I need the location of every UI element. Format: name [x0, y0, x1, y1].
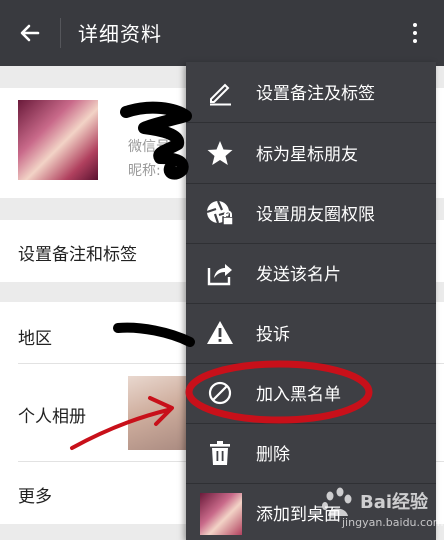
share-icon — [204, 257, 236, 289]
set-remark-tags-label: 设置备注和标签 — [18, 245, 137, 265]
region-label: 地区 — [18, 329, 52, 349]
menu-label: 标为星标朋友 — [256, 145, 358, 165]
menu-label: 设置朋友圈权限 — [256, 205, 375, 225]
baidu-jingyan-watermark: Bai经验 jingyan.baidu.com — [318, 486, 444, 536]
menu-item-star-friend[interactable]: 标为星标朋友 — [186, 123, 436, 183]
back-button[interactable] — [10, 13, 50, 53]
warning-icon — [204, 317, 236, 349]
menu-label: 加入黑名单 — [256, 385, 341, 405]
desktop-thumbnail — [200, 493, 242, 535]
menu-item-add-to-blacklist[interactable]: 加入黑名单 — [186, 363, 436, 423]
star-icon — [204, 137, 236, 169]
avatar[interactable] — [18, 100, 98, 180]
personal-album-label: 个人相册 — [18, 407, 86, 427]
pencil-icon — [204, 76, 236, 108]
menu-label: 设置备注及标签 — [256, 84, 375, 104]
menu-label: 投诉 — [256, 325, 290, 345]
menu-label: 发送该名片 — [256, 265, 341, 285]
title-divider — [60, 18, 61, 48]
aperture-lock-icon — [204, 197, 236, 229]
trash-icon — [204, 437, 236, 469]
menu-item-send-card[interactable]: 发送该名片 — [186, 243, 436, 303]
more-vertical-icon — [413, 23, 417, 27]
arrow-left-icon — [20, 24, 40, 42]
page-title: 详细资料 — [78, 22, 162, 46]
wechat-id-label: 微信号 — [128, 139, 170, 155]
overflow-menu: 设置备注及标签 标为星标朋友 设置朋友圈权限 发送该名片 投诉 加入黑名单 删除… — [186, 62, 436, 540]
block-icon — [204, 377, 236, 409]
watermark-brand: Bai经验 — [360, 492, 429, 513]
watermark-url: jingyan.baidu.com — [342, 516, 444, 529]
more-label: 更多 — [18, 487, 52, 507]
menu-item-moments-permission[interactable]: 设置朋友圈权限 — [186, 183, 436, 243]
nickname-label: 昵称: — [128, 163, 161, 179]
menu-label: 删除 — [256, 445, 290, 465]
menu-item-set-remark-tags[interactable]: 设置备注及标签 — [186, 62, 436, 122]
album-thumbnail — [128, 376, 190, 450]
more-options-button[interactable] — [398, 13, 432, 53]
top-app-bar: 详细资料 — [0, 0, 444, 66]
screen: 详细资料 微信号 昵称: 设置备注和标签 地区 个人相册 更多 设置备注及标签 — [0, 0, 444, 540]
menu-item-report[interactable]: 投诉 — [186, 303, 436, 363]
menu-item-delete[interactable]: 删除 — [186, 423, 436, 483]
